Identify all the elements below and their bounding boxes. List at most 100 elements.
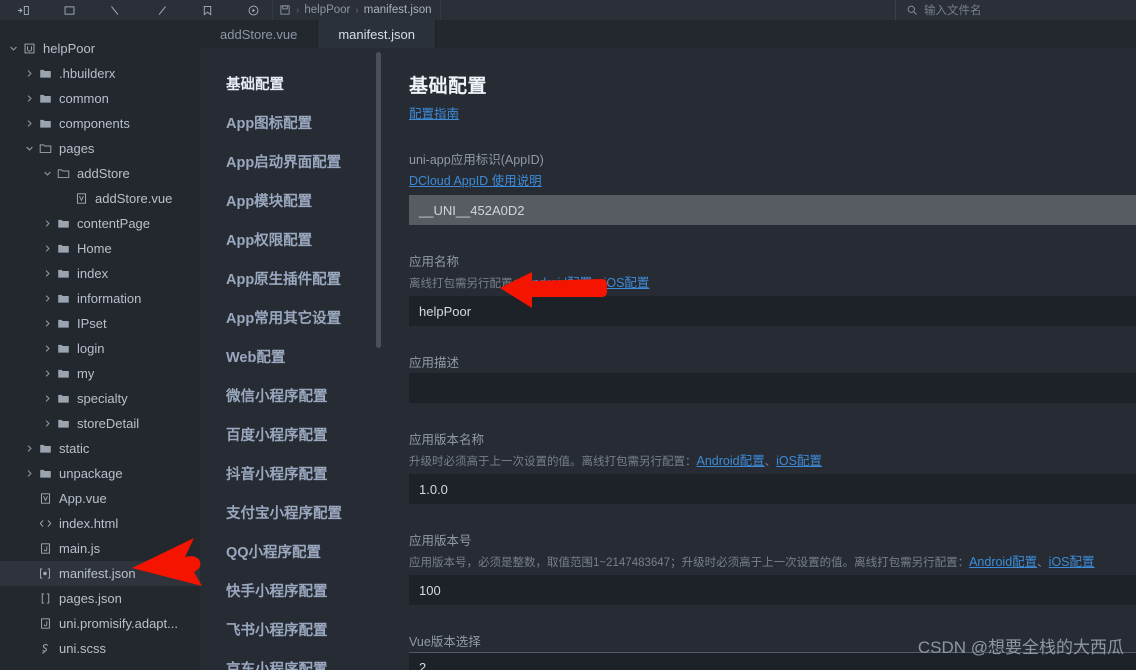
tree-item-my[interactable]: my: [0, 361, 200, 386]
config-nav-item-10[interactable]: 抖音小程序配置: [200, 454, 375, 493]
tree-item-addstore-vue[interactable]: addStore.vue: [0, 186, 200, 211]
chevron-right-icon[interactable]: [40, 344, 54, 353]
config-nav-item-label: App图标配置: [226, 112, 312, 133]
tree-item--hbuilderx[interactable]: .hbuilderx: [0, 61, 200, 86]
tree-item-uni-scss[interactable]: uni.scss: [0, 636, 200, 661]
editor-tab-addstore-vue[interactable]: addStore.vue: [200, 20, 318, 48]
chevron-right-icon[interactable]: [40, 269, 54, 278]
android-config-link-versionname[interactable]: Android配置: [697, 454, 765, 468]
config-nav-item-6[interactable]: App常用其它设置: [200, 298, 375, 337]
editor-tab-manifest-json[interactable]: manifest.json: [318, 20, 436, 48]
tree-item-pages-json[interactable]: pages.json: [0, 586, 200, 611]
ios-config-link-appname[interactable]: iOS配置: [604, 276, 650, 290]
tree-item-components[interactable]: components: [0, 111, 200, 136]
chevron-right-icon[interactable]: [40, 369, 54, 378]
ios-config-link-versioncode[interactable]: iOS配置: [1049, 555, 1095, 569]
appid-input[interactable]: __UNI__452A0D2: [409, 195, 1136, 225]
appname-input[interactable]: helpPoor: [409, 296, 1136, 326]
tree-item-login[interactable]: login: [0, 336, 200, 361]
versioncode-hint-prefix: 应用版本号，必须是整数，取值范围1~2147483647；升级时必须高于上一次设…: [409, 557, 969, 569]
redo-icon[interactable]: [138, 0, 184, 20]
breadcrumb: › helpPoor › manifest.json: [272, 0, 441, 20]
tree-item-label: Home: [77, 241, 112, 256]
dcloud-appid-help-link[interactable]: DCloud AppID 使用说明: [409, 174, 542, 188]
vueversion-select[interactable]: 2: [409, 652, 1136, 670]
bookmark-icon[interactable]: [184, 0, 230, 20]
tree-item-index[interactable]: index: [0, 261, 200, 286]
versionname-input[interactable]: 1.0.0: [409, 474, 1136, 504]
tree-item-specialty[interactable]: specialty: [0, 386, 200, 411]
android-config-link-appname[interactable]: Android配置: [524, 276, 592, 290]
tree-item-information[interactable]: information: [0, 286, 200, 311]
android-config-link-versioncode[interactable]: Android配置: [969, 555, 1037, 569]
config-nav-item-label: Web配置: [226, 346, 285, 367]
tree-item-helppoor[interactable]: helpPoor: [0, 36, 200, 61]
new-window-icon[interactable]: [46, 0, 92, 20]
tree-item-manifest-json[interactable]: manifest.json: [0, 561, 200, 586]
tree-item-pages[interactable]: pages: [0, 136, 200, 161]
config-nav-item-15[interactable]: 京东小程序配置: [200, 649, 375, 670]
tree-item-static[interactable]: static: [0, 436, 200, 461]
tree-item-main-js[interactable]: main.js: [0, 536, 200, 561]
config-nav-item-11[interactable]: 支付宝小程序配置: [200, 493, 375, 532]
chevron-right-icon[interactable]: [22, 119, 36, 128]
config-nav-item-12[interactable]: QQ小程序配置: [200, 532, 375, 571]
tree-item-app-vue[interactable]: App.vue: [0, 486, 200, 511]
chevron-down-icon[interactable]: [6, 44, 20, 53]
versioncode-input[interactable]: 100: [409, 575, 1136, 605]
config-nav-item-7[interactable]: Web配置: [200, 337, 375, 376]
chevron-right-icon[interactable]: [40, 419, 54, 428]
chevron-right-icon[interactable]: [40, 294, 54, 303]
chevron-right-icon[interactable]: [40, 219, 54, 228]
chevron-down-icon[interactable]: [40, 169, 54, 178]
ios-config-link-versionname[interactable]: iOS配置: [776, 454, 822, 468]
chevron-right-icon[interactable]: [40, 244, 54, 253]
tree-item-label: login: [77, 341, 104, 356]
save-icon[interactable]: [279, 4, 291, 16]
run-icon[interactable]: [230, 0, 276, 20]
search-input[interactable]: 输入文件名: [924, 2, 982, 18]
chevron-right-icon[interactable]: [22, 94, 36, 103]
config-nav-item-14[interactable]: 飞书小程序配置: [200, 610, 375, 649]
tree-item-home[interactable]: Home: [0, 236, 200, 261]
config-nav-item-8[interactable]: 微信小程序配置: [200, 376, 375, 415]
config-nav-item-9[interactable]: 百度小程序配置: [200, 415, 375, 454]
tree-item-ipset[interactable]: IPset: [0, 311, 200, 336]
config-nav-item-5[interactable]: App原生插件配置: [200, 259, 375, 298]
tree-item-addstore[interactable]: addStore: [0, 161, 200, 186]
config-nav-item-0[interactable]: 基础配置: [200, 64, 375, 103]
chevron-right-icon[interactable]: [22, 469, 36, 478]
folder-icon: [54, 217, 72, 230]
appdesc-input[interactable]: [409, 373, 1136, 403]
config-nav-item-2[interactable]: App启动界面配置: [200, 142, 375, 181]
breadcrumb-item-project[interactable]: helpPoor: [304, 4, 350, 16]
folder-icon: [54, 367, 72, 380]
config-nav-item-4[interactable]: App权限配置: [200, 220, 375, 259]
chevron-right-icon[interactable]: [22, 444, 36, 453]
chevron-right-icon[interactable]: [40, 394, 54, 403]
config-guide-link[interactable]: 配置指南: [409, 107, 459, 121]
config-nav-item-13[interactable]: 快手小程序配置: [200, 571, 375, 610]
tree-item-uni-promisify-adapt-[interactable]: uni.promisify.adapt...: [0, 611, 200, 636]
config-nav-scrollbar-thumb[interactable]: [376, 52, 381, 348]
config-section-nav[interactable]: 基础配置 App图标配置 App启动界面配置App模块配置App权限配置App原生插…: [200, 48, 375, 670]
tree-item-storedetail[interactable]: storeDetail: [0, 411, 200, 436]
chevron-down-icon[interactable]: [22, 144, 36, 153]
file-search-box[interactable]: 输入文件名: [895, 0, 1136, 20]
new-file-icon[interactable]: [0, 0, 46, 20]
chevron-right-icon[interactable]: [22, 69, 36, 78]
breadcrumb-item-file[interactable]: manifest.json: [364, 4, 432, 16]
field-versioncode-hint: 应用版本号，必须是整数，取值范围1~2147483647；升级时必须高于上一次设…: [409, 551, 1136, 570]
config-nav-item-3[interactable]: App模块配置: [200, 181, 375, 220]
undo-icon[interactable]: [92, 0, 138, 20]
json-file-icon: [36, 592, 54, 605]
tree-item-label: addStore: [77, 166, 130, 181]
config-nav-item-1[interactable]: App图标配置: [200, 103, 375, 142]
tree-item-unpackage[interactable]: unpackage: [0, 461, 200, 486]
tree-item-common[interactable]: common: [0, 86, 200, 111]
chevron-right-icon[interactable]: [40, 319, 54, 328]
folder-icon: [54, 317, 72, 330]
project-tree-sidebar[interactable]: helpPoor.hbuilderxcommoncomponentspages a…: [0, 20, 200, 670]
tree-item-index-html[interactable]: index.html: [0, 511, 200, 536]
tree-item-contentpage[interactable]: contentPage: [0, 211, 200, 236]
